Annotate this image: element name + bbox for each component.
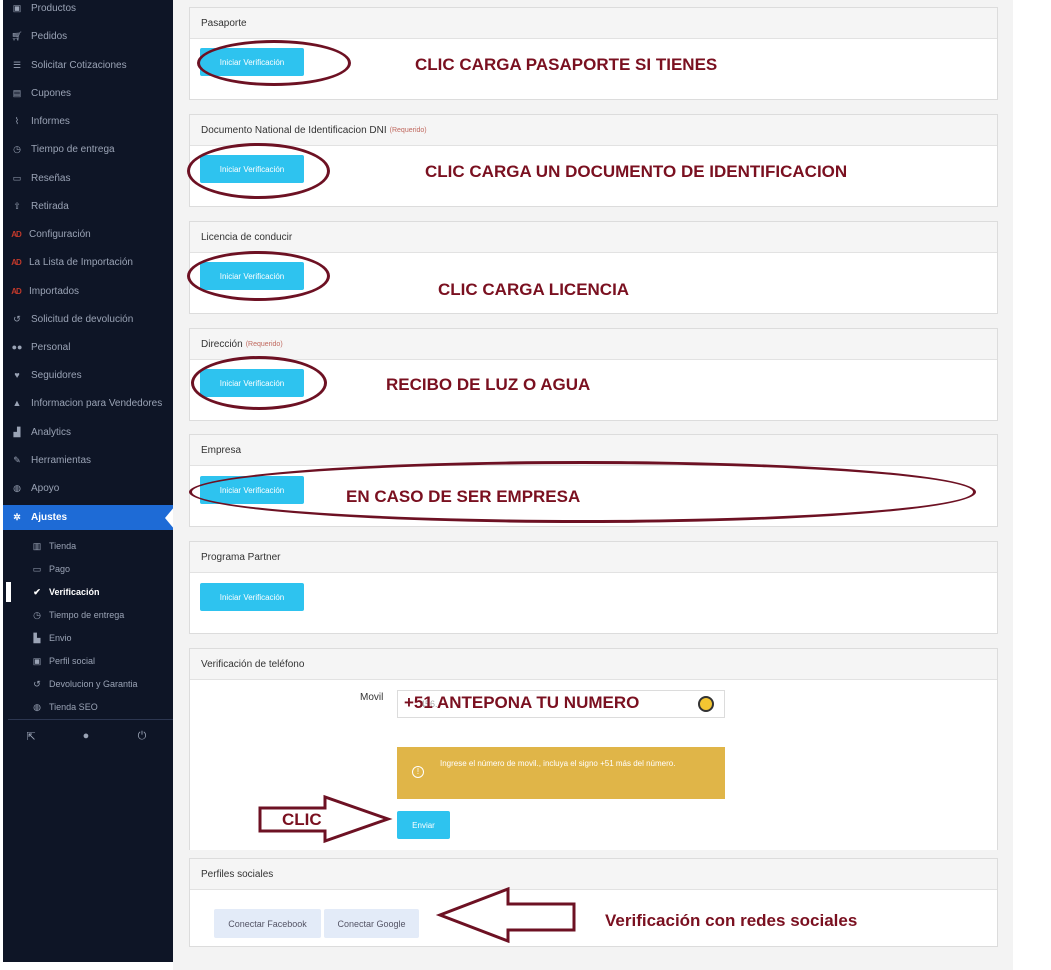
annotation-arrows	[258, 794, 576, 944]
arrow-right-icon	[258, 794, 393, 844]
arrow-left-icon	[435, 886, 576, 944]
